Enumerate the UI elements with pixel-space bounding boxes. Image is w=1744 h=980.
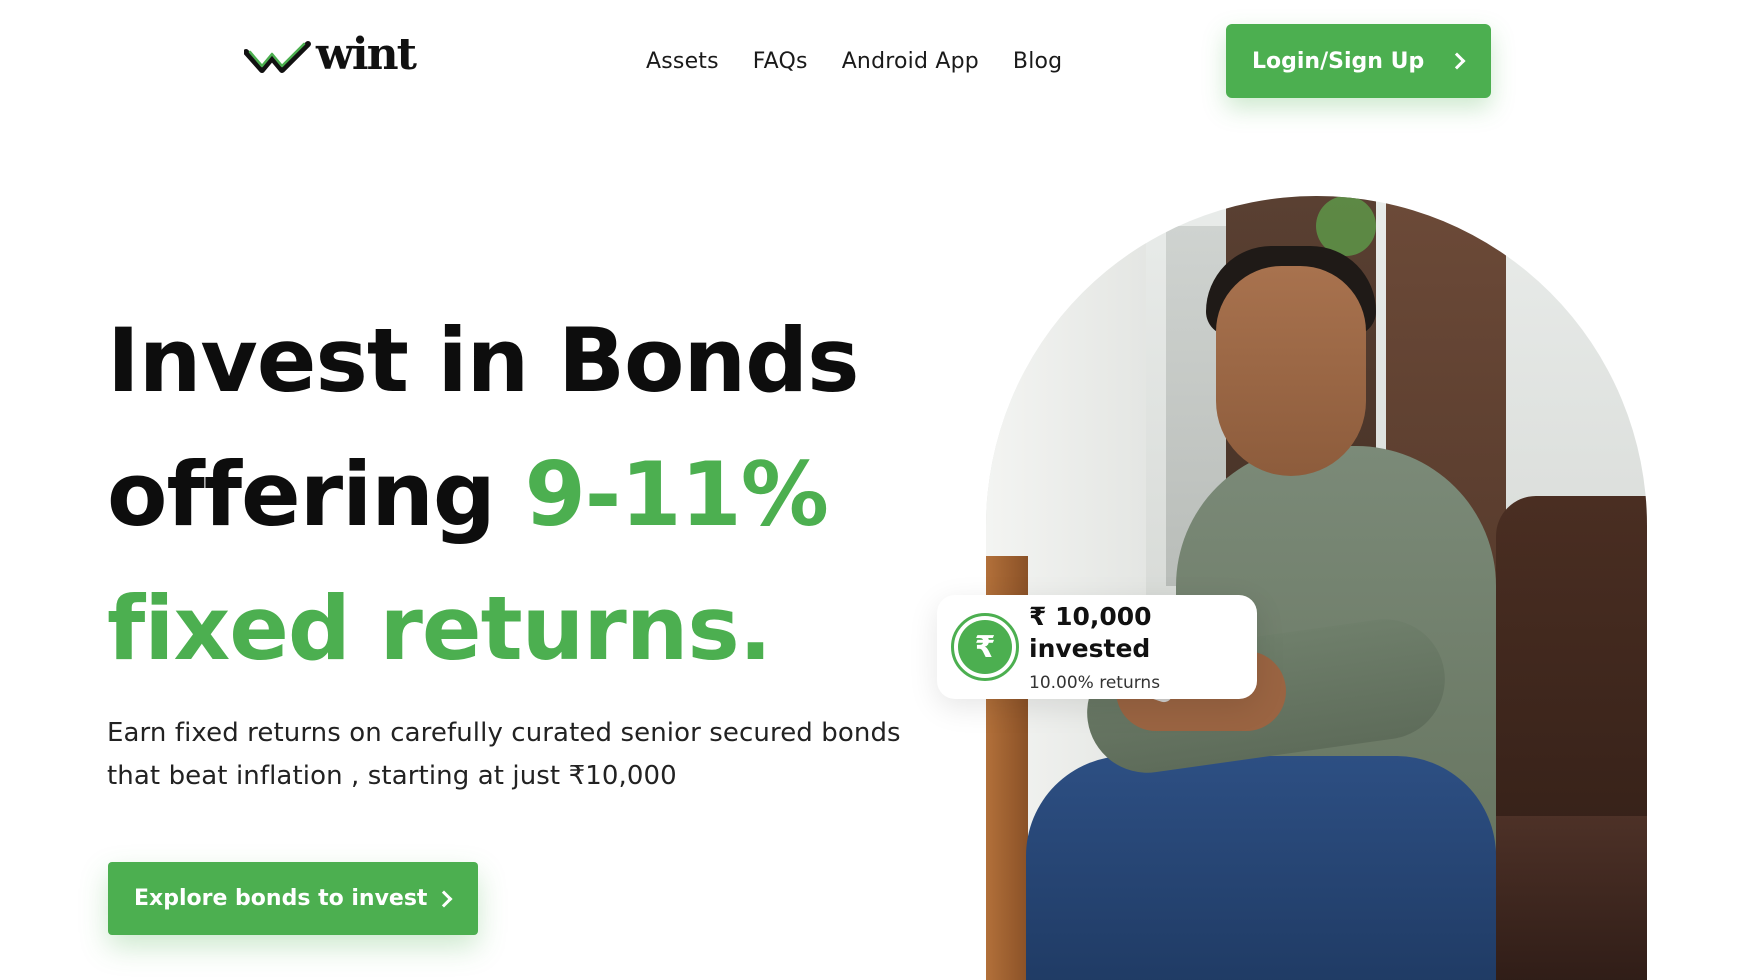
- hero-subtitle-line1: Earn fixed returns on carefully curated …: [107, 718, 901, 748]
- hero-subtitle: Earn fixed returns on carefully curated …: [107, 712, 937, 798]
- logo-text: wint: [316, 29, 417, 80]
- hero-title-returns-highlight: 9-11%: [524, 443, 829, 546]
- nav-faqs[interactable]: FAQs: [753, 47, 808, 77]
- explore-bonds-label: Explore bonds to invest: [134, 886, 428, 911]
- wint-logo[interactable]: wint: [244, 29, 417, 80]
- nav-blog[interactable]: Blog: [1013, 47, 1062, 77]
- login-signup-label: Login/Sign Up: [1252, 48, 1425, 74]
- wint-logo-icon: [244, 41, 311, 73]
- chevron-right-icon: [1448, 52, 1466, 70]
- explore-bonds-button[interactable]: Explore bonds to invest: [108, 862, 478, 935]
- invested-amount: ₹ 10,000 invested: [1029, 602, 1152, 663]
- hero-title-line3: fixed returns.: [107, 577, 772, 680]
- nav-assets[interactable]: Assets: [646, 47, 719, 77]
- rupee-symbol: ₹: [958, 620, 1012, 674]
- hero-subtitle-line2: that beat inflation , starting at just ₹…: [107, 761, 677, 791]
- landing-page: wint Assets FAQs Android App Blog Login/…: [0, 0, 1744, 980]
- rupee-coin-icon: ₹: [951, 613, 1019, 681]
- hero-title-line2-prefix: offering: [107, 443, 525, 546]
- main-nav: Assets FAQs Android App Blog: [646, 47, 1062, 77]
- chevron-right-icon: [435, 890, 453, 907]
- nav-android-app[interactable]: Android App: [842, 47, 979, 77]
- hero-title-line1: Invest in Bonds: [107, 309, 860, 412]
- investment-summary-card: ₹ ₹ 10,000 invested 10.00% returns: [937, 595, 1257, 699]
- returns-rate: 10.00% returns: [1029, 673, 1161, 693]
- hero-photo-man-with-phone: [986, 196, 1647, 980]
- login-signup-button[interactable]: Login/Sign Up: [1226, 24, 1491, 98]
- hero-title: Invest in Bonds offering 9-11% fixed ret…: [107, 294, 927, 696]
